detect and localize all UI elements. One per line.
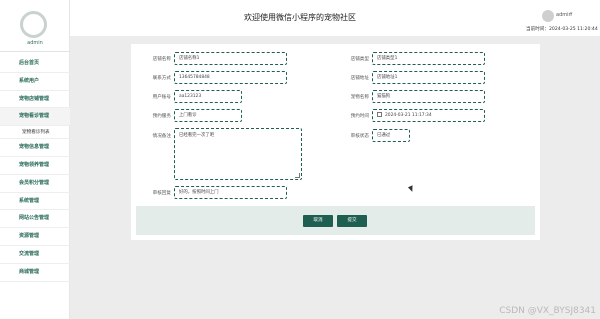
visit-time-field[interactable]: 2024-03-21 11:17:34 [372,109,485,122]
visit-method-field[interactable]: 上门看诊 [174,109,242,122]
sidebar-subitem-vet-visit-list[interactable]: 宠物看诊列表 [0,126,70,140]
store-address-field[interactable]: 店铺地址1 [372,71,485,84]
review-status-label: 审核状态 [350,134,369,139]
contact-field[interactable]: 13645784848 [174,71,287,84]
sidebar-item-system[interactable]: 系统管理 [0,193,70,211]
sidebar-item-resources[interactable]: 资源管理 [0,228,70,246]
sidebar-item-pet-adoption[interactable]: 宠物领养管理 [0,157,70,175]
calendar-icon [377,112,382,117]
store-address-label: 店铺地址 [350,76,369,81]
notes-text: 已经看完一次了吧 [179,133,215,138]
store-type-label: 店铺类型 [350,57,369,62]
sidebar-item-home[interactable]: 后台首页 [0,55,70,73]
admin-avatar [20,11,47,38]
current-time: 当前时间：2024-03-25 11:20:44 [526,27,598,32]
submit-button[interactable]: 提交 [337,215,367,227]
edit-form-panel: 店铺名称 店铺名称1 店铺类型 店铺类型1 联系方式 13645784848 店… [131,44,540,240]
notes-textarea[interactable]: 已经看完一次了吧 [174,128,302,180]
reply-label: 审核回复 [152,191,171,196]
sidebar-item-announcements[interactable]: 网站公告管理 [0,210,70,229]
review-status-field[interactable]: 已通过 [372,129,410,142]
page-title: 欢迎使用微信小程序的宠物社区 [244,13,356,22]
user-account-label: 用户账号 [152,95,171,100]
sidebar-item-users[interactable]: 系统用户 [0,73,70,91]
sidebar-item-member-points[interactable]: 会员积分管理 [0,175,70,193]
sidebar: admin 后台首页 系统用户 宠物店铺管理 宠物看诊管理 宠物看诊列表 宠物信… [0,0,70,319]
sidebar-divider [0,51,70,52]
store-type-field[interactable]: 店铺类型1 [372,52,485,65]
sidebar-item-store-management[interactable]: 宠物店铺管理 [0,91,70,109]
cancel-button[interactable]: 取消 [303,215,333,227]
sidebar-item-vet-visits[interactable]: 宠物看诊管理 [0,108,70,127]
pet-name-label: 宠物名称 [350,95,369,100]
store-name-field[interactable]: 店铺名称1 [174,52,287,65]
visit-method-label: 预约服务 [152,114,171,119]
store-name-label: 店铺名称 [152,57,171,62]
visit-time-label: 预约时间 [350,114,369,119]
contact-label: 联系方式 [152,76,171,81]
user-account-field[interactable]: aa123123 [174,90,242,103]
reply-field[interactable]: 好的，按照时间上门 [174,186,287,199]
chevron-down-icon[interactable]: ▾ [570,11,573,17]
notes-label: 情况备注 [152,134,171,139]
admin-label: admin [27,40,43,46]
sidebar-item-pet-info[interactable]: 宠物信息管理 [0,139,70,157]
form-action-bar: 取消 提交 [136,206,535,235]
resize-grip-icon[interactable] [295,173,300,178]
top-header: 欢迎使用微信小程序的宠物社区 [70,0,600,36]
pet-name-field[interactable]: 猫猫狗 [372,90,485,103]
user-avatar[interactable] [542,10,554,22]
sidebar-nav: 后台首页 系统用户 宠物店铺管理 宠物看诊管理 宠物看诊列表 宠物信息管理 宠物… [0,55,70,282]
sidebar-item-mall[interactable]: 商城管理 [0,264,70,282]
sidebar-item-communication[interactable]: 交流管理 [0,246,70,264]
visit-time-value: 2024-03-21 11:17:34 [385,113,432,118]
watermark: CSDN @VX_BYSJ8341 [499,306,596,316]
